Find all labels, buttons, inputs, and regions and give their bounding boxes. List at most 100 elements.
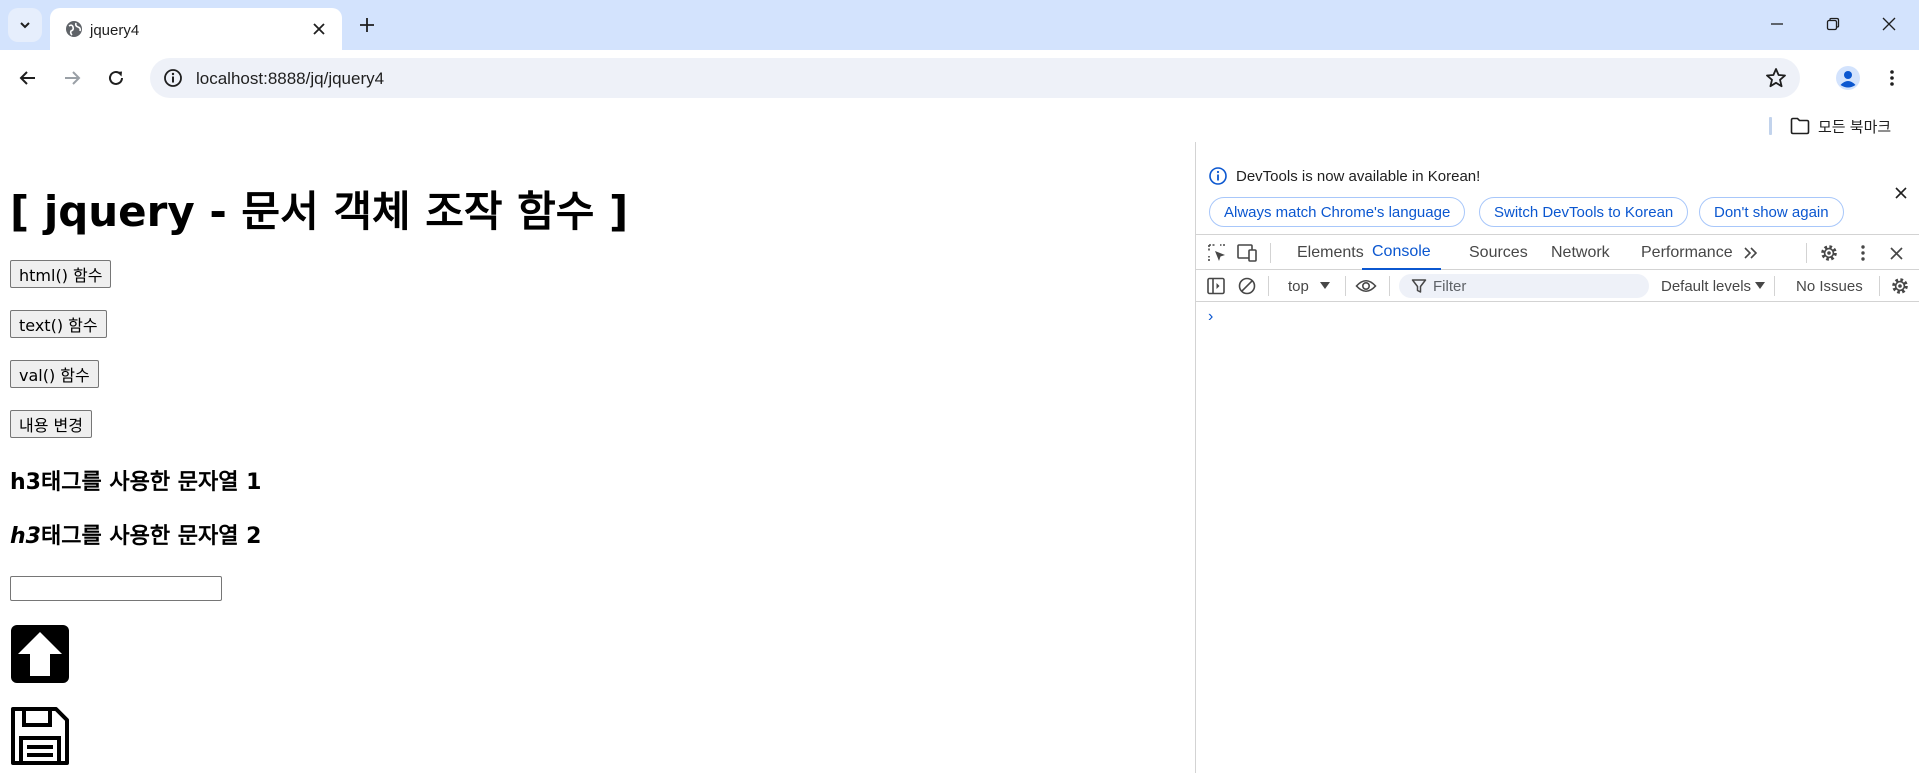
toolbar-separator — [1345, 276, 1346, 296]
gear-icon — [1892, 278, 1908, 294]
info-icon[interactable] — [162, 67, 184, 89]
reload-button[interactable] — [98, 60, 134, 96]
arrow-right-icon — [65, 71, 81, 85]
kebab-menu-icon — [1861, 245, 1865, 261]
kebab-menu-icon — [1890, 70, 1894, 86]
close-icon — [1889, 246, 1903, 260]
text-input[interactable] — [10, 576, 222, 601]
h3-text-2-rest: 태그를 사용한 문자열 2 — [40, 524, 262, 549]
tab-elements[interactable]: Elements — [1297, 235, 1364, 270]
val-function-button[interactable]: val() 함수 — [10, 360, 99, 388]
switch-to-korean-button[interactable]: Switch DevTools to Korean — [1479, 197, 1689, 227]
info-icon — [1209, 167, 1227, 185]
always-match-language-button[interactable]: Always match Chrome's language — [1209, 197, 1466, 227]
tab-title: jquery4 — [90, 22, 140, 39]
live-expression-button[interactable] — [1355, 275, 1377, 297]
tab-close-button[interactable] — [308, 18, 330, 40]
close-icon — [1895, 187, 1907, 199]
devtools-panel: DevTools is now available in Korean! Alw… — [1195, 142, 1919, 773]
dont-show-again-button[interactable]: Don't show again — [1699, 197, 1844, 227]
minimize-button[interactable] — [1754, 6, 1800, 42]
toolbar-separator — [1389, 276, 1390, 296]
infobar-close-button[interactable] — [1890, 182, 1912, 204]
dropdown-arrow-icon — [1755, 282, 1765, 289]
context-selector[interactable]: top — [1288, 278, 1309, 295]
tab-console[interactable]: Console — [1362, 235, 1441, 270]
forward-button[interactable] — [54, 60, 90, 96]
issues-counter[interactable]: No Issues — [1796, 278, 1863, 295]
show-sidebar-button[interactable] — [1205, 275, 1227, 297]
change-content-button[interactable]: 내용 변경 — [10, 410, 92, 438]
star-icon[interactable] — [1764, 66, 1788, 90]
window-close-button[interactable] — [1866, 6, 1912, 42]
device-toggle-icon — [1237, 244, 1257, 262]
eye-icon — [1355, 279, 1377, 293]
filter-icon — [1411, 279, 1427, 293]
filter-placeholder: Filter — [1433, 278, 1467, 295]
tab-performance[interactable]: Performance — [1641, 235, 1733, 270]
inspect-element-button[interactable] — [1206, 242, 1228, 264]
profile-icon — [1836, 66, 1860, 90]
plus-icon — [360, 18, 374, 32]
tab-search-button[interactable] — [8, 8, 42, 42]
page-viewport: [ jquery - 문서 객체 조작 함수 ] html() 함수 text(… — [0, 142, 1195, 773]
devtools-language-infobar: DevTools is now available in Korean! Alw… — [1196, 162, 1919, 227]
inspect-icon — [1208, 244, 1225, 261]
back-button[interactable] — [10, 60, 46, 96]
bookmarks-separator — [1769, 117, 1772, 135]
device-toolbar-button[interactable] — [1236, 242, 1258, 264]
console-prompt[interactable]: › — [1208, 308, 1213, 326]
tab-sources[interactable]: Sources — [1469, 235, 1528, 270]
clear-console-button[interactable] — [1236, 275, 1258, 297]
url-text[interactable]: localhost:8888/jq/jquery4 — [196, 69, 384, 89]
bookmarks-folder-label: 모든 북마크 — [1818, 118, 1892, 136]
devtools-settings-button[interactable] — [1818, 242, 1840, 264]
console-settings-button[interactable] — [1889, 275, 1911, 297]
restore-button[interactable] — [1810, 6, 1856, 42]
bookmarks-bar: 모든 북마크 — [0, 108, 1919, 142]
browser-toolbar: localhost:8888/jq/jquery4 — [0, 50, 1919, 108]
devtools-menu-button[interactable] — [1852, 242, 1874, 264]
infobar-message: DevTools is now available in Korean! — [1236, 168, 1481, 185]
up-arrow-icon — [11, 625, 69, 683]
block-icon — [1238, 277, 1256, 295]
devtools-tab-bar: Elements Console Sources Network Perform… — [1196, 234, 1919, 270]
text-function-button[interactable]: text() 함수 — [10, 310, 107, 338]
browser-menu-button[interactable] — [1874, 60, 1910, 96]
gear-icon — [1821, 245, 1837, 261]
folder-icon — [1790, 117, 1810, 135]
toolbar-separator — [1270, 243, 1271, 263]
log-levels-dropdown[interactable]: Default levels — [1661, 278, 1751, 295]
minimize-icon — [1771, 23, 1783, 25]
close-icon — [1882, 17, 1896, 31]
console-toolbar: top Filter Default levels No Issues — [1196, 270, 1919, 302]
close-icon — [313, 23, 325, 35]
toolbar-separator — [1268, 276, 1269, 296]
chevron-down-icon — [20, 22, 30, 29]
sidebar-icon — [1207, 277, 1225, 295]
dropdown-arrow-icon — [1320, 282, 1330, 289]
double-chevron-right-icon — [1744, 247, 1758, 259]
page-heading: [ jquery - 문서 객체 조작 함수 ] — [10, 187, 629, 236]
tab-network[interactable]: Network — [1551, 235, 1610, 270]
globe-icon — [66, 21, 82, 37]
h3-text-1: h3태그를 사용한 문자열 1 — [10, 470, 262, 495]
arrow-left-icon — [19, 71, 35, 85]
reload-icon — [109, 70, 123, 85]
all-bookmarks-folder[interactable]: 모든 북마크 — [1790, 114, 1891, 138]
more-tabs-button[interactable] — [1740, 242, 1762, 264]
devtools-close-button[interactable] — [1885, 242, 1907, 264]
browser-tab-active[interactable]: jquery4 — [50, 8, 342, 50]
floppy-disk-icon — [11, 707, 69, 765]
restore-icon — [1826, 17, 1840, 31]
profile-button[interactable] — [1830, 60, 1866, 96]
browser-tab-strip: jquery4 — [0, 0, 1919, 50]
toolbar-separator — [1774, 276, 1775, 296]
console-filter-input[interactable]: Filter — [1399, 274, 1649, 298]
address-bar[interactable]: localhost:8888/jq/jquery4 — [150, 58, 1800, 98]
h3-text-2: h3태그를 사용한 문자열 2 — [10, 518, 261, 550]
h3-italic-prefix: h3 — [10, 524, 41, 549]
html-function-button[interactable]: html() 함수 — [10, 260, 112, 288]
toolbar-separator — [1879, 276, 1880, 296]
new-tab-button[interactable] — [352, 10, 382, 40]
